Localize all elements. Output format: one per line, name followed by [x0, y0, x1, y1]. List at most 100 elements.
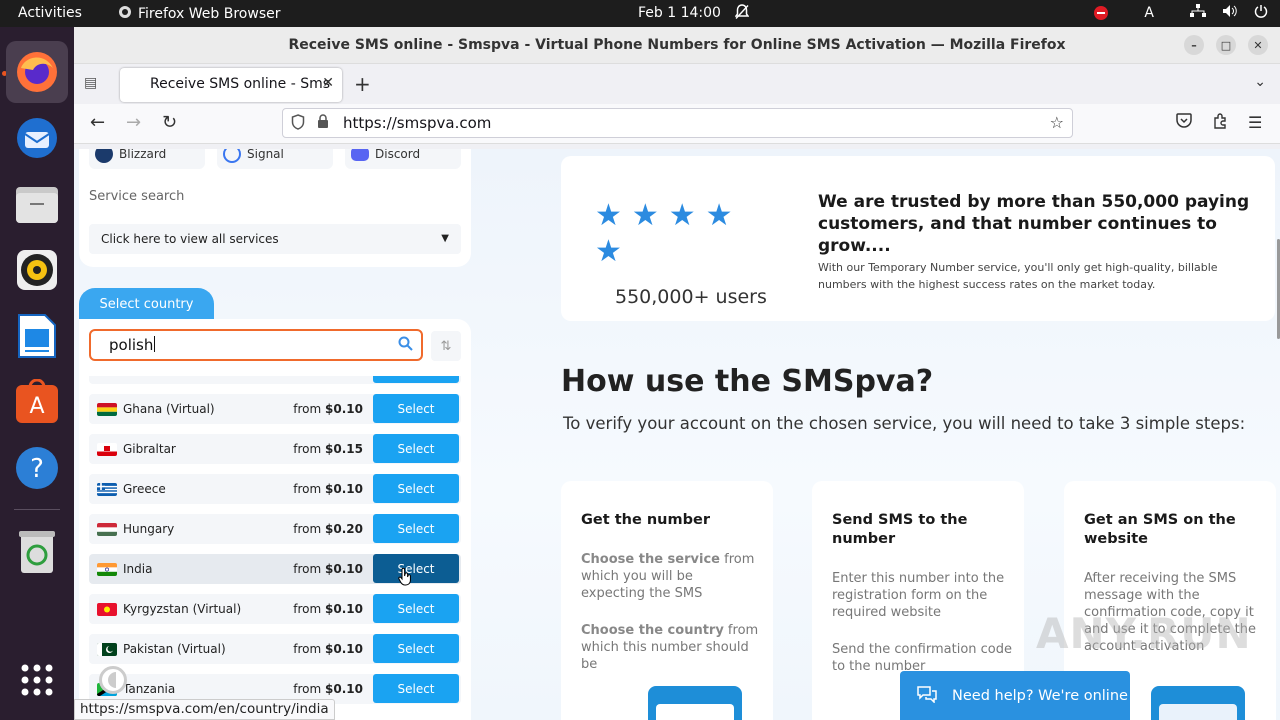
select-button[interactable]: Select: [373, 514, 459, 543]
country-row-kyrgyzstan[interactable]: Kyrgyzstan (Virtual) from $0.10 Select: [89, 594, 461, 624]
how-subtitle: To verify your account on the chosen ser…: [563, 414, 1246, 433]
select-button[interactable]: Select: [373, 594, 459, 623]
step-text: Send the confirmation code to the number: [832, 642, 1013, 674]
volume-icon[interactable]: [1222, 4, 1238, 22]
search-icon[interactable]: [398, 336, 413, 355]
select-button[interactable]: Select: [373, 554, 459, 583]
chat-bubbles-icon: [916, 685, 938, 707]
reload-icon[interactable]: ↻: [162, 112, 177, 133]
page-content: Blizzard Signal Discord Service search C…: [74, 149, 1280, 720]
price: from $0.10: [293, 562, 363, 576]
country-rows: Ghana (Virtual) from $0.10 Select Gibral…: [89, 376, 461, 720]
loading-spinner-icon: [99, 666, 127, 694]
svg-text:A: A: [29, 394, 44, 419]
sort-icon[interactable]: ⇅: [431, 331, 461, 361]
price: from $0.15: [293, 442, 363, 456]
select-button[interactable]: Select: [373, 474, 459, 503]
select-button[interactable]: Select: [373, 434, 459, 463]
flag-icon: [97, 643, 117, 656]
step-text: Choose the service from which you will b…: [581, 552, 755, 601]
url-bar[interactable]: https://smspva.com ☆: [282, 108, 1073, 138]
clock[interactable]: Feb 1 14:00: [638, 5, 721, 21]
dock-rhythmbox-icon[interactable]: [6, 239, 68, 301]
network-icon[interactable]: [1190, 4, 1206, 22]
notification-bell-icon[interactable]: [734, 4, 750, 24]
hamburger-menu-icon[interactable]: ☰: [1248, 113, 1262, 132]
activities-button[interactable]: Activities: [18, 5, 82, 21]
navigation-toolbar: ← → ↻ https://smspva.com ☆ ☰: [74, 104, 1280, 144]
country-name: Tanzania: [123, 682, 176, 696]
dock-libreoffice-writer-icon[interactable]: [6, 305, 68, 367]
flag-icon: [97, 523, 117, 536]
chat-label: Need help? We're online: [952, 687, 1128, 704]
show-apps-grid-icon[interactable]: [6, 649, 68, 711]
dock-firefox-icon[interactable]: [6, 41, 68, 103]
system-tray[interactable]: A: [1094, 4, 1268, 22]
chat-widget-button[interactable]: Need help? We're online: [900, 671, 1130, 720]
dock-help-icon[interactable]: ?: [6, 437, 68, 499]
country-row-ghana[interactable]: Ghana (Virtual) from $0.10 Select: [89, 394, 461, 424]
country-row-greece[interactable]: Greece from $0.10 Select: [89, 474, 461, 504]
recording-indicator-icon[interactable]: [1094, 6, 1109, 20]
service-chip-discord[interactable]: Discord: [345, 149, 461, 169]
country-row-pakistan[interactable]: Pakistan (Virtual) from $0.10 Select: [89, 634, 461, 664]
dock-thunderbird-icon[interactable]: [6, 107, 68, 169]
back-arrow-icon[interactable]: ←: [90, 112, 105, 133]
price: from $0.10: [293, 642, 363, 656]
close-window-button[interactable]: ✕: [1248, 35, 1268, 55]
select-button[interactable]: Select: [373, 634, 459, 663]
step-title: Get the number: [581, 512, 710, 528]
signal-icon: [223, 149, 241, 163]
list-all-tabs-chevron-icon[interactable]: ⌄: [1254, 74, 1266, 90]
how-title: How use the SMSpva?: [561, 364, 934, 399]
flag-icon: [97, 483, 117, 496]
minimize-button[interactable]: –: [1184, 35, 1204, 55]
tab-close-icon[interactable]: ✕: [322, 75, 334, 91]
service-chip-signal[interactable]: Signal: [217, 149, 333, 169]
dock-app-center-icon[interactable]: A: [6, 371, 68, 433]
select-button[interactable]: Select: [373, 674, 459, 703]
price: from $0.10: [293, 602, 363, 616]
country-row-india[interactable]: India from $0.10 Select: [89, 554, 461, 586]
app-menu[interactable]: Firefox Web Browser: [118, 5, 281, 23]
dock-trash-icon[interactable]: [6, 521, 68, 583]
rating-stars-icon: ★★★★ ★: [595, 198, 743, 269]
price: from $0.10: [293, 682, 363, 696]
phone-illustration: [648, 686, 742, 720]
firefox-window: Receive SMS online - Smspva - Virtual Ph…: [74, 27, 1280, 720]
new-tab-button[interactable]: +: [354, 72, 371, 96]
trust-text: With our Temporary Number service, you'l…: [818, 261, 1218, 291]
users-count: 550,000+ users: [615, 286, 767, 308]
country-row-hungary[interactable]: Hungary from $0.20 Select: [89, 514, 461, 544]
pocket-icon[interactable]: [1176, 113, 1192, 132]
tracking-shield-icon[interactable]: [291, 114, 305, 134]
step-title: Send SMS to the number: [832, 512, 968, 547]
dock-files-icon[interactable]: [6, 173, 68, 235]
select-button[interactable]: Select: [373, 394, 459, 423]
envelope-illustration: [1151, 686, 1245, 720]
forward-arrow-icon[interactable]: →: [126, 112, 141, 133]
list-item: [89, 376, 461, 384]
country-row-gibraltar[interactable]: Gibraltar from $0.15 Select: [89, 434, 461, 464]
services-card: Blizzard Signal Discord Service search C…: [79, 149, 471, 267]
window-title-bar[interactable]: Receive SMS online - Smspva - Virtual Ph…: [74, 27, 1280, 64]
service-dropdown[interactable]: Click here to view all services ▼: [89, 224, 461, 254]
maximize-button[interactable]: □: [1216, 35, 1236, 55]
app-name: Firefox Web Browser: [138, 6, 281, 22]
link-status-bar: https://smspva.com/en/country/india: [74, 699, 335, 720]
input-source-indicator[interactable]: A: [1144, 5, 1154, 21]
lock-icon[interactable]: [317, 114, 329, 133]
firefox-view-icon[interactable]: ▤: [84, 75, 97, 91]
bookmark-star-icon[interactable]: ☆: [1050, 113, 1064, 132]
service-chip-label: Signal: [247, 149, 284, 161]
price: from $0.10: [293, 402, 363, 416]
tab-smspva[interactable]: Receive SMS online - Sms ✕: [120, 68, 342, 102]
extensions-icon[interactable]: [1212, 113, 1228, 133]
select-country-tab[interactable]: Select country: [79, 288, 214, 320]
power-icon[interactable]: [1254, 4, 1268, 22]
service-chip-blizzard[interactable]: Blizzard: [89, 149, 205, 169]
country-search-input[interactable]: polish: [89, 329, 423, 361]
country-name: India: [123, 562, 153, 576]
select-button-partial[interactable]: [373, 376, 459, 383]
discord-icon: [351, 149, 369, 161]
